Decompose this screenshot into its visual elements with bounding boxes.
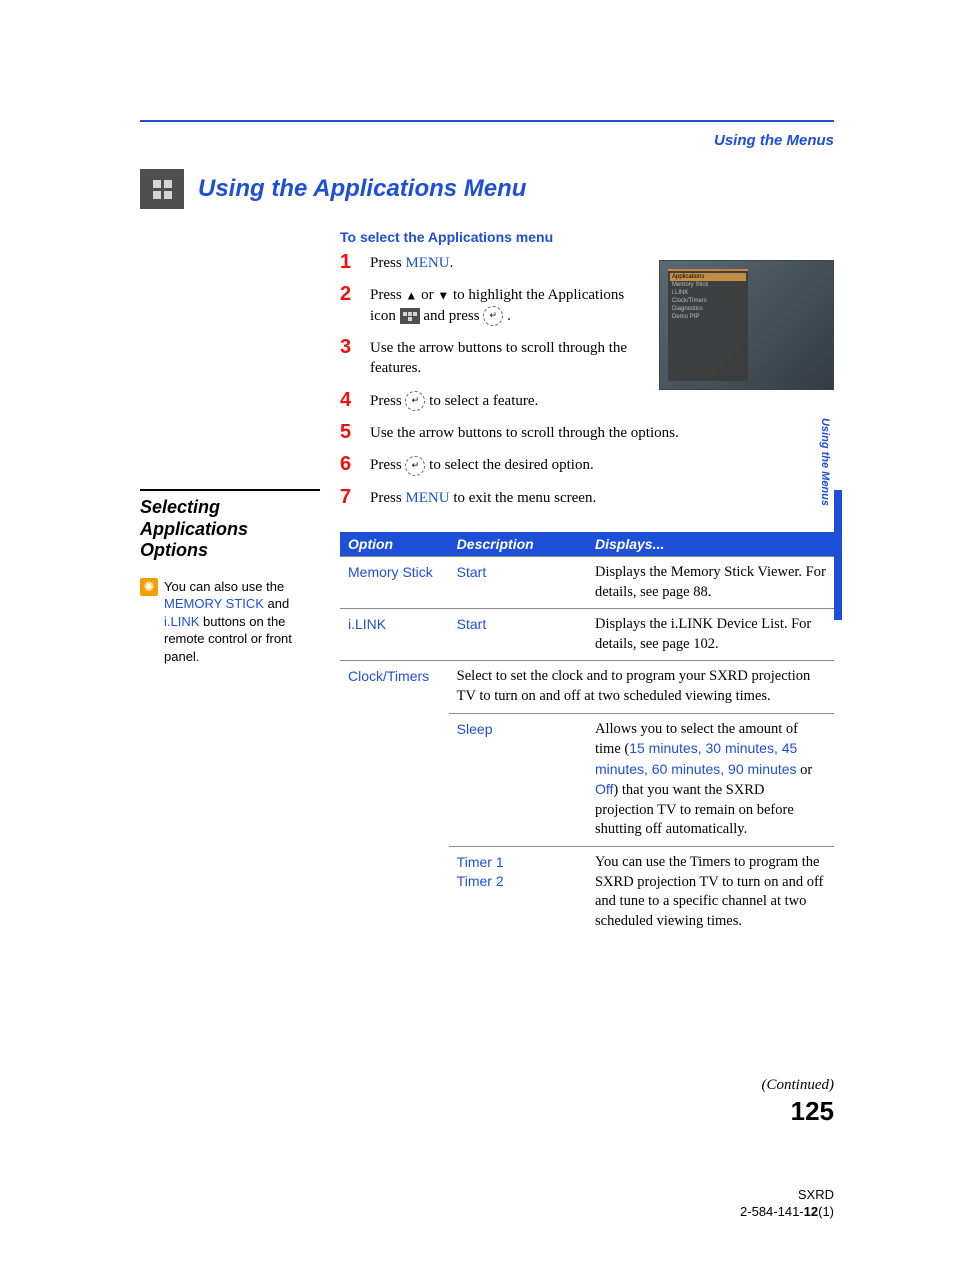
col-option: Option [340, 532, 449, 557]
thumb-tab [834, 490, 842, 620]
desc-clock-timers: Select to set the clock and to program y… [449, 661, 834, 713]
table-row: Sleep Allows you to select the amount of… [340, 713, 834, 846]
desc-timer2: Timer 2 [457, 872, 579, 891]
step-2: Press ▲ or ▼ to highlight the Applicatio… [340, 285, 650, 326]
osd-menu-item: Memory Stick [670, 281, 746, 289]
continued-label: (Continued) [140, 1077, 834, 1094]
chapter-title: Using the Menus [140, 132, 834, 149]
step-7: Press MENU to exit the menu screen. [340, 488, 834, 508]
applications-icon [140, 169, 184, 209]
option-ilink: i.LINK [348, 616, 386, 632]
arrow-down-icon: ▼ [437, 289, 449, 303]
footer-docnum: 2-584-141-12(1) [140, 1204, 834, 1221]
disp-timers: You can use the Timers to program the SX… [587, 846, 834, 937]
step-1: Press MENU. [340, 253, 650, 273]
sleep-off: Off [595, 781, 613, 797]
arrow-up-icon: ▲ [405, 289, 417, 303]
sidebar-heading: Selecting Applications Options [140, 497, 320, 562]
footer-model: SXRD [140, 1187, 834, 1204]
ilink-button-ref: i.LINK [164, 614, 199, 629]
enter-button-icon: ↵ [405, 391, 425, 411]
page: Using the Menus Using the Applications M… [0, 0, 954, 1281]
options-table: Option Description Displays... Memory St… [340, 532, 834, 937]
step-4: Press ↵ to select a feature. [340, 391, 834, 412]
page-number: 125 [140, 1096, 834, 1127]
sub-heading: To select the Applications menu [340, 229, 834, 245]
tv-osd-screenshot: Applications Memory Stick i.LINK Clock/T… [659, 260, 834, 390]
osd-menu-title: Applications [670, 273, 746, 281]
table-row: i.LINK Start Displays the i.LINK Device … [340, 609, 834, 661]
table-row: Timer 1 Timer 2 You can use the Timers t… [340, 846, 834, 937]
footer: SXRD 2-584-141-12(1) [140, 1187, 834, 1221]
desc-timer1: Timer 1 [457, 853, 579, 872]
sidebar-rule [140, 489, 320, 491]
disp-sleep: Allows you to select the amount of time … [587, 713, 834, 846]
tip-icon: ✺ [140, 578, 158, 596]
osd-menu-item: Demo PIP [670, 313, 746, 321]
thumb-tab-label: Using the Menus [819, 418, 831, 506]
menu-button-ref: MENU [405, 490, 449, 506]
tip-box: ✺ You can also use the MEMORY STICK and … [140, 578, 320, 666]
top-rule [140, 120, 834, 122]
step-3: Use the arrow buttons to scroll through … [340, 338, 650, 379]
option-memory-stick: Memory Stick [348, 564, 433, 580]
table-row: Memory Stick Start Displays the Memory S… [340, 557, 834, 609]
enter-button-icon: ↵ [483, 306, 503, 326]
heading-row: Using the Applications Menu [140, 169, 834, 209]
option-clock-timers: Clock/Timers [348, 668, 429, 684]
page-title: Using the Applications Menu [198, 175, 526, 203]
osd-menu-item: Diagnostics [670, 305, 746, 313]
enter-button-icon: ↵ [405, 456, 425, 476]
osd-menu-panel: Applications Memory Stick i.LINK Clock/T… [668, 269, 748, 381]
table-header-row: Option Description Displays... [340, 532, 834, 557]
osd-menu-item: i.LINK [670, 289, 746, 297]
left-column: Selecting Applications Options ✺ You can… [140, 229, 320, 937]
memory-stick-button-ref: MEMORY STICK [164, 596, 264, 611]
disp-memory-stick: Displays the Memory Stick Viewer. For de… [587, 557, 834, 609]
table-row: Clock/Timers Select to set the clock and… [340, 661, 834, 713]
step-6: Press ↵ to select the desired option. [340, 455, 834, 476]
col-displays: Displays... [587, 532, 834, 557]
desc-start: Start [457, 616, 487, 632]
osd-menu-item: Clock/Timers [670, 297, 746, 305]
menu-button-ref: MENU [405, 255, 449, 271]
desc-start: Start [457, 564, 487, 580]
disp-ilink: Displays the i.LINK Device List. For det… [587, 609, 834, 661]
step-5: Use the arrow buttons to scroll through … [340, 423, 834, 443]
tip-text: You can also use the MEMORY STICK and i.… [164, 578, 320, 666]
applications-small-icon [400, 308, 420, 324]
desc-sleep: Sleep [457, 721, 493, 737]
col-description: Description [449, 532, 587, 557]
